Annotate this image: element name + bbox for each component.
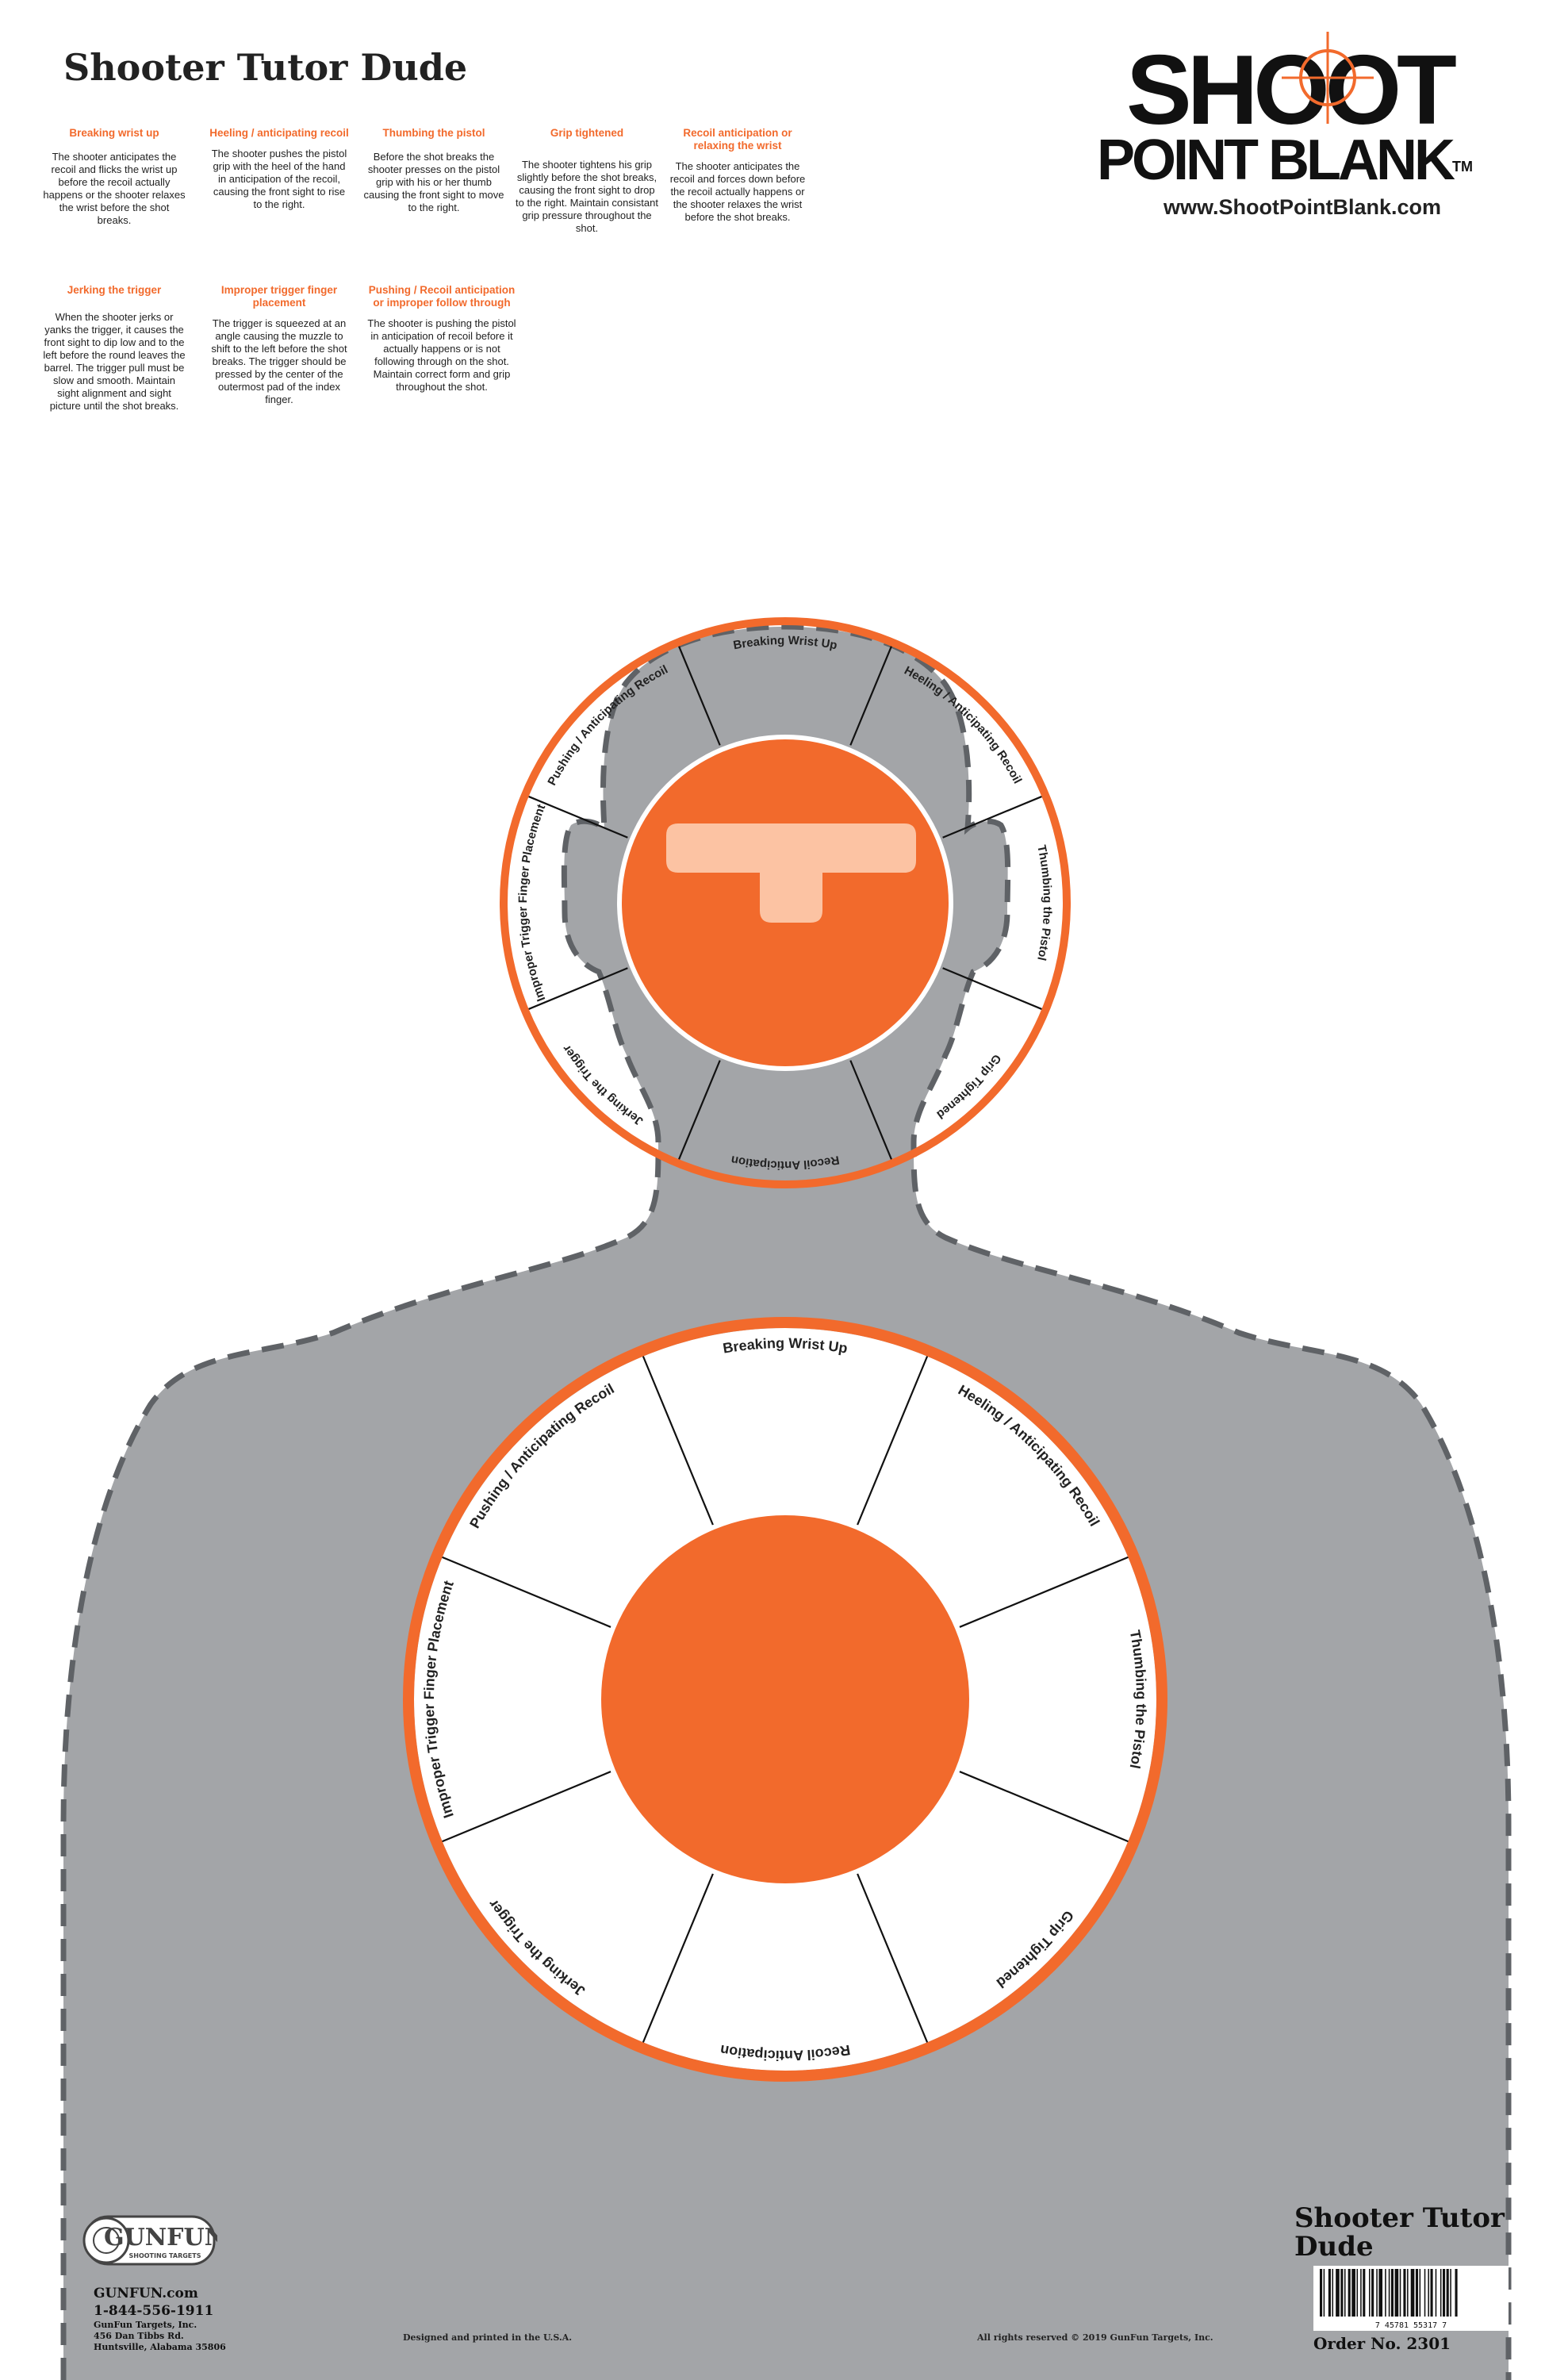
barcode-bar bbox=[1328, 2269, 1331, 2317]
barcode-bar bbox=[1415, 2269, 1418, 2317]
head-segment-label: Grip Tightened bbox=[934, 1052, 1004, 1122]
order-number: Order No. 2301 bbox=[1313, 2334, 1451, 2353]
bottom-title: Shooter Tutor Dude bbox=[1294, 2202, 1505, 2263]
chest-target-wheel: Breaking Wrist UpHeeling / Anticipating … bbox=[403, 1317, 1167, 2082]
silhouette-target: Breaking Wrist UpHeeling / Anticipating … bbox=[60, 617, 1512, 2380]
barcode-bar bbox=[1419, 2269, 1421, 2317]
barcode-bar bbox=[1399, 2269, 1401, 2317]
barcode-bar bbox=[1363, 2269, 1366, 2317]
barcode-bar bbox=[1360, 2269, 1362, 2317]
barcode-bar bbox=[1369, 2269, 1371, 2317]
gunfun-logo-sub: SHOOTING TARGETS bbox=[129, 2252, 201, 2259]
barcode-bar bbox=[1394, 2269, 1399, 2317]
gunfun-url: GUNFUN.com bbox=[94, 2286, 198, 2301]
barcode-bar bbox=[1320, 2269, 1323, 2317]
barcode-digits: 7 45781 55317 7 bbox=[1375, 2321, 1447, 2330]
barcode-bar bbox=[1403, 2269, 1406, 2317]
barcode-bar bbox=[1332, 2269, 1334, 2317]
gunfun-address-2: 456 Dan Tibbs Rd. bbox=[94, 2331, 184, 2341]
gunfun-address-1: GunFun Targets, Inc. bbox=[94, 2320, 197, 2330]
gunfun-contact: GUNFUN.com 1-844-556-1911 GunFun Targets… bbox=[94, 2285, 226, 2353]
barcode-bar bbox=[1446, 2269, 1449, 2317]
chest-center-zone bbox=[601, 1515, 969, 1883]
barcode-bar bbox=[1428, 2269, 1429, 2317]
barcode-bar bbox=[1450, 2269, 1451, 2317]
barcode-bar bbox=[1424, 2269, 1426, 2317]
gunfun-logo-text: GUNFUN bbox=[104, 2224, 217, 2251]
barcode-bar bbox=[1323, 2269, 1325, 2317]
barcode-bar bbox=[1340, 2269, 1344, 2317]
head-segment-label: Thumbing the Pistol bbox=[1034, 844, 1054, 962]
target-sheet: Shooter Tutor Dude Breaking wrist up The… bbox=[0, 0, 1568, 2380]
barcode-bar bbox=[1385, 2269, 1386, 2317]
barcode-bar bbox=[1410, 2269, 1415, 2317]
head-segment-label-path: Improper Trigger Finger Placement bbox=[516, 802, 548, 1003]
barcode-bar bbox=[1407, 2269, 1409, 2317]
head-segment-label-path: Thumbing the Pistol bbox=[1034, 844, 1054, 962]
copyright-note: All rights reserved © 2019 GunFun Target… bbox=[977, 2332, 1213, 2343]
barcode-bar bbox=[1348, 2269, 1351, 2317]
barcode: 7 45781 55317 7 bbox=[1313, 2266, 1509, 2331]
barcode-bar bbox=[1435, 2269, 1437, 2317]
gunfun-address-3: Huntsville, Alabama 35806 bbox=[94, 2342, 226, 2352]
head-segment-label: Improper Trigger Finger Placement bbox=[516, 802, 548, 1003]
barcode-bar bbox=[1430, 2269, 1433, 2317]
barcode-bar bbox=[1376, 2269, 1378, 2317]
barcode-bar bbox=[1443, 2269, 1446, 2317]
gunfun-phone: 1-844-556-1911 bbox=[94, 2303, 214, 2319]
barcode-bar bbox=[1344, 2269, 1346, 2317]
barcode-bar bbox=[1336, 2269, 1340, 2317]
barcode-bar bbox=[1390, 2269, 1394, 2317]
barcode-bar bbox=[1455, 2269, 1458, 2317]
head-segment-label-path: Grip Tightened bbox=[934, 1052, 1004, 1122]
barcode-bar bbox=[1371, 2269, 1374, 2317]
made-in-usa-note: Designed and printed in the U.S.A. bbox=[403, 2332, 573, 2343]
barcode-bar bbox=[1351, 2269, 1355, 2317]
barcode-bar bbox=[1378, 2269, 1383, 2317]
barcode-bar bbox=[1356, 2269, 1359, 2317]
barcode-bar bbox=[1388, 2269, 1390, 2317]
barcode-bar bbox=[1440, 2269, 1442, 2317]
gunfun-logo: GUNFUN SHOOTING TARGETS bbox=[82, 2215, 217, 2266]
